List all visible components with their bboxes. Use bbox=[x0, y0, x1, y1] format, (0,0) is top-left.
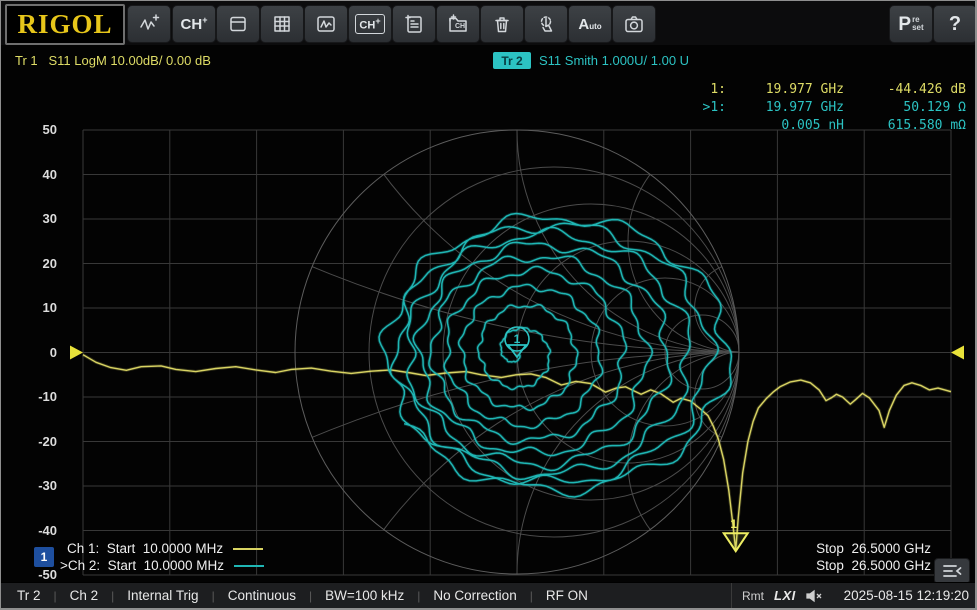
status-correction[interactable]: No Correction bbox=[433, 588, 516, 603]
marker-readout-label bbox=[688, 117, 726, 135]
preset-button[interactable]: P reset bbox=[889, 5, 933, 43]
y-axis-label: -10 bbox=[1, 389, 57, 404]
toolbar-button-add-channel[interactable]: CH+ bbox=[172, 5, 216, 43]
toolbar-button-delete[interactable] bbox=[480, 5, 524, 43]
status-sweep[interactable]: Continuous bbox=[228, 588, 296, 603]
status-channel[interactable]: Ch 2 bbox=[70, 588, 99, 603]
touch-icon bbox=[535, 13, 557, 35]
marker-readout-freq: 19.977 GHz bbox=[726, 99, 844, 117]
trash-icon bbox=[491, 13, 513, 35]
toolbar-button-new-trace-window[interactable] bbox=[304, 5, 348, 43]
status-bar: Tr 2 | Ch 2 | Internal Trig | Continuous | BW=10… bbox=[1, 582, 975, 608]
toolbar-button-channel-file[interactable]: CH bbox=[436, 5, 480, 43]
camera-icon bbox=[623, 13, 645, 35]
y-axis-label: 40 bbox=[1, 167, 57, 182]
ref-level-triangle-right[interactable] bbox=[951, 346, 964, 360]
y-axis-label: 20 bbox=[1, 256, 57, 271]
toolbar-button-auto-scale[interactable]: Auto bbox=[568, 5, 612, 43]
y-axis-label: 50 bbox=[1, 122, 57, 137]
toolbar-button-window-layout[interactable] bbox=[216, 5, 260, 43]
y-axis-label: -40 bbox=[1, 523, 57, 538]
collapse-menu-button[interactable] bbox=[934, 558, 970, 584]
marker-readout-value: 50.129 Ω bbox=[844, 99, 966, 117]
preset-label: P bbox=[898, 15, 911, 34]
marker-readout-value: -44.426 dB bbox=[844, 81, 966, 99]
y-axis-label: -20 bbox=[1, 434, 57, 449]
ch1-stop-label: Stop 26.5000 GHz bbox=[816, 541, 931, 556]
status-separator: | bbox=[309, 589, 312, 603]
status-separator: | bbox=[111, 589, 114, 603]
toolbar-button-measurement-table[interactable] bbox=[260, 5, 304, 43]
channel-1-info[interactable]: Ch 1: Start 10.0000 MHz bbox=[67, 541, 263, 556]
vna-application: RIGOL CH+ CH+ CH Auto P reset ? 1 1 Tr 1 S11… bbox=[0, 0, 977, 610]
datetime: 2025-08-15 12:19:20 bbox=[844, 588, 969, 603]
mute-icon[interactable] bbox=[805, 589, 823, 603]
svg-text:1: 1 bbox=[514, 332, 521, 346]
marker-readout-value: 615.580 mΩ bbox=[844, 117, 966, 135]
lxi-indicator: LXI bbox=[774, 588, 796, 603]
channel-2-info[interactable]: >Ch 2: Start 10.0000 MHz bbox=[60, 558, 264, 573]
help-icon: ? bbox=[949, 14, 961, 34]
remote-indicator: Rmt bbox=[742, 589, 764, 603]
ch2-stop-label: Stop 26.5000 GHz bbox=[816, 558, 931, 573]
trace1-swatch bbox=[233, 548, 263, 550]
y-axis-label: -50 bbox=[1, 567, 57, 582]
trace2-status[interactable]: S11 Smith 1.000U/ 1.00 U bbox=[539, 53, 689, 68]
trace2-smith bbox=[379, 214, 731, 498]
trace2-badge[interactable]: Tr 2 bbox=[493, 52, 531, 69]
toolbar: RIGOL CH+ CH+ CH Auto P reset ? bbox=[1, 1, 975, 46]
status-separator: | bbox=[54, 589, 57, 603]
clipboard-add-icon bbox=[403, 13, 425, 35]
status-separator: | bbox=[530, 589, 533, 603]
measurement-screen[interactable]: 1 1 Tr 1 S11 LogM 10.00dB/ 0.00 dB Tr 2 S… bbox=[1, 45, 977, 586]
trace2-swatch bbox=[234, 565, 264, 567]
marker-readout-freq: 19.977 GHz bbox=[726, 81, 844, 99]
marker-readout-label: 1: bbox=[688, 81, 726, 99]
collapse-menu-icon bbox=[941, 563, 963, 579]
toolbar-button-screenshot[interactable] bbox=[612, 5, 656, 43]
toolbar-button-save-trace-data[interactable] bbox=[392, 5, 436, 43]
marker-readout: 1:19.977 GHz-44.426 dB >1:19.977 GHz50.12… bbox=[688, 81, 966, 135]
status-rf[interactable]: RF ON bbox=[546, 588, 588, 603]
status-trigger[interactable]: Internal Trig bbox=[127, 588, 198, 603]
trace1-status[interactable]: Tr 1 S11 LogM 10.00dB/ 0.00 dB bbox=[15, 53, 211, 68]
trace-add-icon bbox=[138, 13, 160, 35]
y-axis-label: 30 bbox=[1, 211, 57, 226]
channel-badge[interactable]: 1 bbox=[34, 547, 54, 567]
status-trace[interactable]: Tr 2 bbox=[17, 588, 41, 603]
window-layout-icon bbox=[227, 13, 249, 35]
status-separator: | bbox=[417, 589, 420, 603]
svg-text:CH: CH bbox=[455, 23, 465, 30]
toolbar-button-new-trace[interactable] bbox=[127, 5, 171, 43]
marker-1-logm[interactable]: 1 bbox=[724, 517, 748, 551]
marker-readout-label: >1: bbox=[688, 99, 726, 117]
marker-readout-freq: 0.005 nH bbox=[726, 117, 844, 135]
status-right: Rmt LXI 2025-08-15 12:19:20 bbox=[731, 583, 969, 608]
y-axis-label: 0 bbox=[1, 345, 57, 360]
status-separator: | bbox=[212, 589, 215, 603]
trace-window-icon bbox=[315, 13, 337, 35]
y-axis-label: -30 bbox=[1, 478, 57, 493]
folder-ch-icon: CH bbox=[447, 13, 469, 35]
y-axis-label: 10 bbox=[1, 300, 57, 315]
svg-text:1: 1 bbox=[730, 517, 737, 531]
status-bandwidth[interactable]: BW=100 kHz bbox=[325, 588, 404, 603]
ref-level-triangle-left[interactable] bbox=[70, 346, 83, 360]
toolbar-button-touch-toggle[interactable] bbox=[524, 5, 568, 43]
help-button[interactable]: ? bbox=[933, 5, 977, 43]
toolbar-button-new-channel-window[interactable]: CH+ bbox=[348, 5, 392, 43]
table-icon bbox=[271, 13, 293, 35]
rigol-logo: RIGOL bbox=[5, 4, 125, 45]
